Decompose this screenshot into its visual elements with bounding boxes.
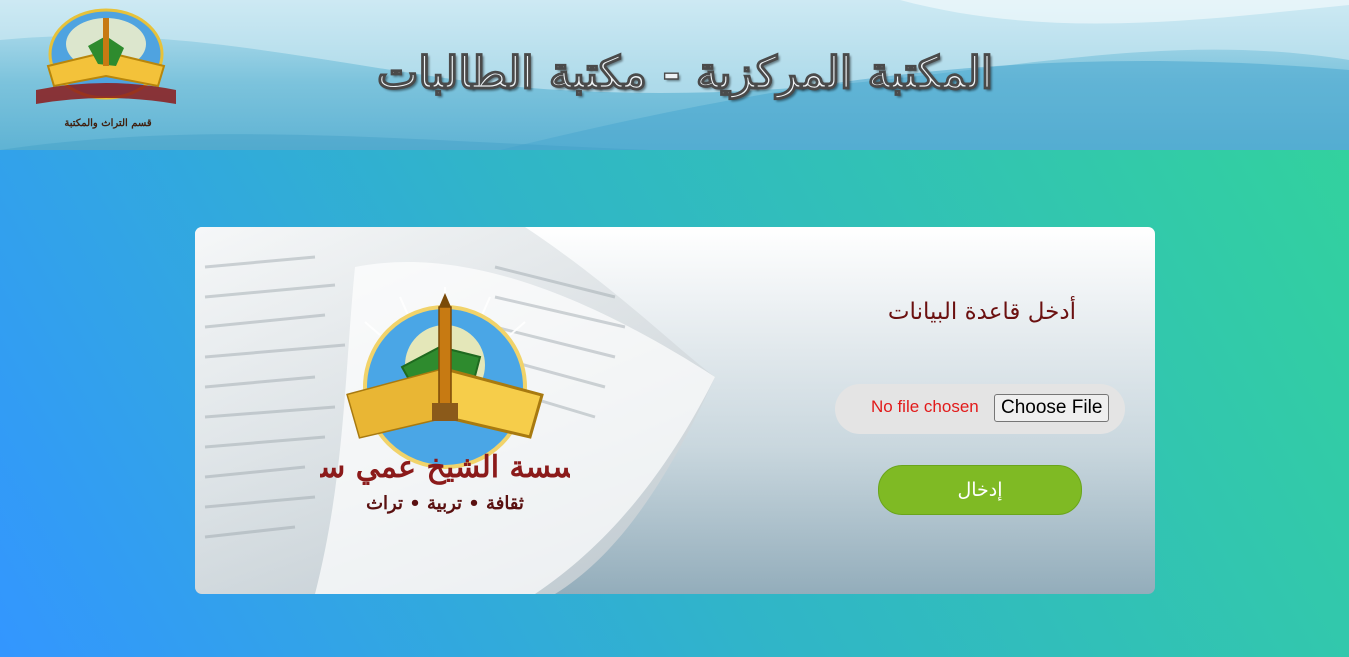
logo-name: مؤسسة الشيخ عمي سعيد bbox=[320, 450, 570, 485]
institution-logo-icon: مؤسسة الشيخ عمي سعيد ثقافة • تربية • ترا… bbox=[320, 287, 570, 514]
file-input[interactable]: No file chosen Choose File bbox=[835, 384, 1125, 434]
login-card: مؤسسة الشيخ عمي سعيد ثقافة • تربية • ترا… bbox=[195, 227, 1155, 594]
header-logo-caption: قسم التراث والمكتبة bbox=[64, 118, 152, 129]
submit-button[interactable]: إدخال bbox=[878, 465, 1082, 515]
choose-file-button[interactable]: Choose File bbox=[994, 394, 1110, 422]
upload-form: أدخل قاعدة البيانات No file chosen Choos… bbox=[795, 227, 1155, 594]
header-banner: قسم التراث والمكتبة المكتبة المركزية - م… bbox=[0, 0, 1349, 150]
institution-logo-icon bbox=[36, 8, 176, 104]
file-status-text: No file chosen bbox=[871, 397, 979, 416]
logo-tagline: ثقافة • تربية • تراث bbox=[366, 493, 524, 514]
form-title: أدخل قاعدة البيانات bbox=[887, 299, 1076, 325]
page-title: المكتبة المركزية - مكتبة الطالبات bbox=[376, 47, 994, 99]
header-logo[interactable]: قسم التراث والمكتبة bbox=[28, 6, 184, 140]
